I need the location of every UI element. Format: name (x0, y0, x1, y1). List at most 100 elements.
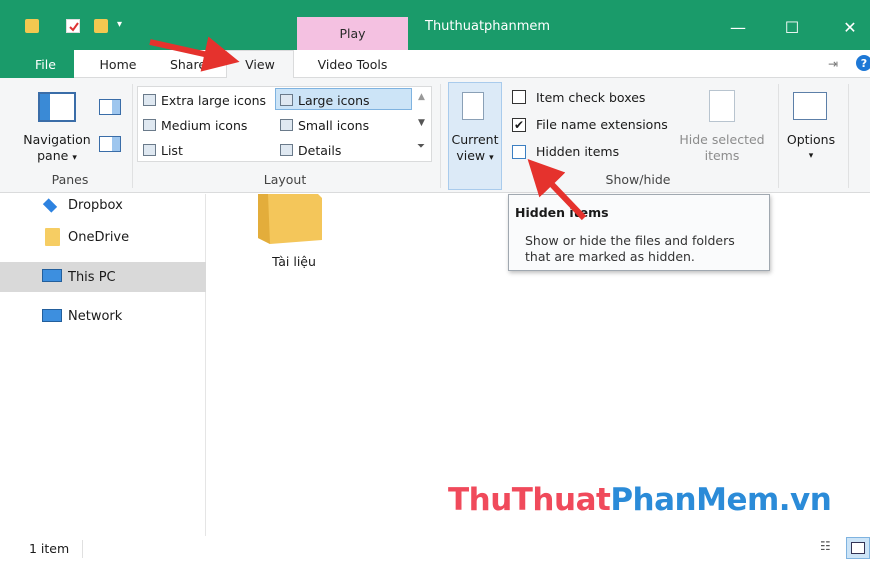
hide-selected-icon (709, 90, 735, 122)
minimize-button[interactable]: — (718, 12, 758, 42)
tab-home[interactable]: Home (90, 50, 146, 78)
nav-label: Dropbox (68, 197, 123, 213)
item-count: 1 item (29, 541, 70, 556)
hide-selected-button[interactable]: Hide selected items (670, 132, 774, 164)
tooltip: Hidden items Show or hide the files and … (508, 194, 770, 271)
help-icon[interactable]: ? (856, 55, 870, 71)
layout-extra-large-icons[interactable]: Extra large icons (143, 90, 266, 110)
nav-item-network[interactable]: Network (0, 301, 206, 331)
nav-label: Network (68, 308, 123, 324)
current-view-icon (462, 92, 484, 120)
watermark-part-2: PhanMem (610, 482, 779, 518)
tab-view-label: View (245, 56, 275, 72)
gallery-more-icon[interactable]: ⏷ (417, 141, 425, 152)
current-view-label-1: Current (451, 132, 499, 147)
dropbox-icon (42, 198, 58, 213)
status-bar (0, 536, 870, 563)
layout-label: Details (298, 142, 342, 158)
chevron-down-icon: ▾ (489, 153, 494, 163)
layout-large-icons[interactable]: Large icons (280, 90, 370, 110)
folder-icon[interactable] (25, 19, 39, 33)
context-tab-play[interactable]: Play (297, 17, 408, 50)
ribbon-separator (778, 84, 779, 188)
layout-label: Small icons (298, 117, 370, 133)
layout-group-label: Layout (263, 172, 307, 187)
gallery-scroll-up-icon[interactable]: ▲ (418, 92, 425, 102)
list-icon (143, 144, 156, 156)
hidden-items-checkbox[interactable] (512, 145, 526, 159)
layout-details[interactable]: Details (280, 140, 341, 160)
navigation-pane-button[interactable]: Navigation pane ▾ (20, 132, 94, 166)
checkmark-icon (69, 22, 79, 32)
nav-label: OneDrive (68, 229, 130, 245)
item-check-boxes-checkbox[interactable] (512, 90, 526, 104)
navigation-pane-icon (38, 92, 76, 122)
nav-item-onedrive[interactable]: OneDrive (0, 222, 206, 252)
medium-icons-icon (143, 119, 156, 131)
window-title: Thuthuatphanmem (425, 19, 551, 34)
folder-item[interactable]: Tài liệu (246, 194, 342, 274)
details-view-icon[interactable]: ☷ (820, 539, 838, 557)
options-label: Options (786, 132, 836, 147)
panes-group-label: Panes (51, 172, 89, 187)
layout-label: Medium icons (161, 117, 248, 133)
layout-label: List (161, 142, 183, 158)
hide-selected-label-1: Hide selected (679, 132, 765, 147)
chevron-down-icon: ▾ (808, 151, 814, 161)
network-icon (42, 309, 62, 322)
file-name-extensions-checkbox[interactable]: ✔ (512, 118, 526, 132)
navigation-pane-label: Navigation (23, 132, 91, 147)
customize-dropdown-icon[interactable]: ▾ (117, 19, 131, 33)
ribbon-separator (132, 84, 133, 188)
large-icons-icon (280, 94, 293, 106)
current-view-label-2: view (456, 148, 486, 163)
close-button[interactable]: ✕ (830, 12, 870, 42)
preview-pane-icon[interactable] (99, 99, 121, 115)
chevron-down-icon: ▾ (72, 153, 77, 163)
nav-item-dropbox[interactable]: Dropbox (0, 190, 206, 220)
details-icon (280, 144, 293, 156)
layout-label: Extra large icons (161, 92, 267, 108)
navigation-pane-label-2: pane (37, 148, 69, 163)
folder-name: Tài liệu (272, 254, 316, 269)
item-check-boxes-label: Item check boxes (536, 90, 646, 105)
pin-ribbon-icon[interactable]: ⇥ (828, 57, 838, 71)
watermark-part-1: ThuThuat (448, 482, 611, 518)
gallery-scroll-down-icon[interactable]: ▼ (418, 118, 425, 128)
show-hide-group-label: Show/hide (605, 172, 671, 187)
tab-file-label: File (35, 56, 56, 72)
watermark-part-3: .vn (778, 482, 832, 518)
large-icons-view-icon[interactable] (846, 537, 870, 559)
ribbon-separator (848, 84, 849, 188)
hidden-items-label: Hidden items (536, 144, 620, 159)
folder-icon (258, 194, 322, 244)
layout-list[interactable]: List (143, 140, 183, 160)
status-separator (82, 540, 83, 558)
nav-item-this-pc[interactable]: This PC (0, 262, 206, 292)
tooltip-body-line-2: that are marked as hidden. (525, 249, 695, 264)
details-pane-icon[interactable] (99, 136, 121, 152)
ribbon-separator (440, 84, 441, 188)
tab-file[interactable]: File (0, 50, 74, 78)
file-name-extensions-label: File name extensions (536, 117, 668, 132)
properties-icon[interactable] (66, 19, 80, 33)
hide-selected-label-2: items (704, 148, 740, 163)
tab-share[interactable]: Share (160, 50, 216, 78)
tooltip-body-line-1: Show or hide the files and folders (525, 233, 735, 248)
new-folder-icon[interactable] (94, 19, 108, 33)
options-icon (793, 92, 827, 120)
checkmark-icon: ✔ (513, 118, 525, 132)
computer-icon (42, 269, 62, 282)
tab-video-tools[interactable]: Video Tools (297, 50, 408, 78)
layout-small-icons[interactable]: Small icons (280, 115, 369, 135)
extra-large-icons-icon (143, 94, 156, 106)
nav-label: This PC (68, 269, 116, 285)
watermark: ThuThuatPhanMem.vn (448, 482, 832, 518)
small-icons-icon (280, 119, 293, 131)
maximize-button[interactable]: ☐ (772, 12, 812, 42)
layout-label: Large icons (298, 92, 370, 108)
layout-medium-icons[interactable]: Medium icons (143, 115, 247, 135)
tooltip-title: Hidden items (515, 205, 609, 220)
current-view-label: Current view ▾ (448, 132, 502, 166)
options-button[interactable]: Options ▾ (781, 132, 841, 164)
